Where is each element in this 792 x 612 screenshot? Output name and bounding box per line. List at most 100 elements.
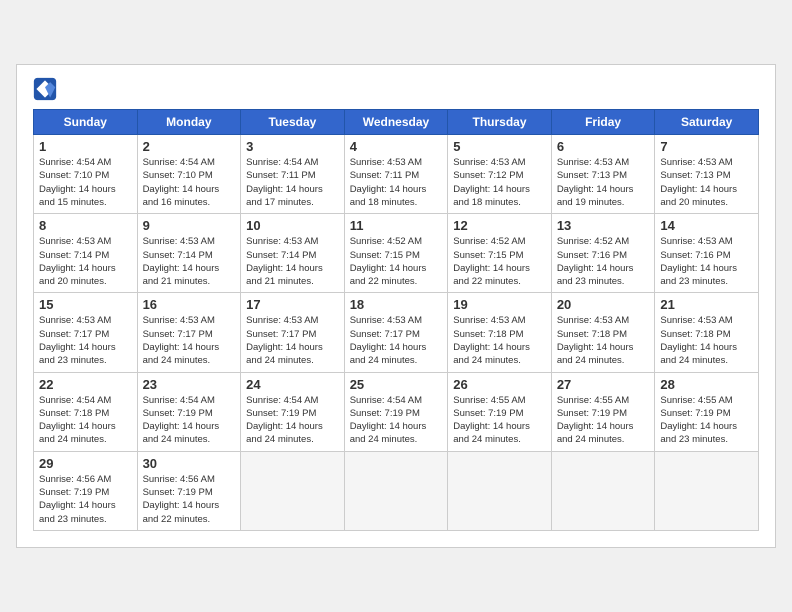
calendar-day-cell: 23 Sunrise: 4:54 AMSunset: 7:19 PMDaylig… — [137, 372, 241, 451]
day-number: 22 — [39, 377, 132, 392]
calendar-day-cell: 16 Sunrise: 4:53 AMSunset: 7:17 PMDaylig… — [137, 293, 241, 372]
day-number: 14 — [660, 218, 753, 233]
calendar-day-cell: 17 Sunrise: 4:53 AMSunset: 7:17 PMDaylig… — [241, 293, 345, 372]
calendar-container: SundayMondayTuesdayWednesdayThursdayFrid… — [16, 64, 776, 548]
calendar-day-cell: 25 Sunrise: 4:54 AMSunset: 7:19 PMDaylig… — [344, 372, 448, 451]
calendar-day-cell: 1 Sunrise: 4:54 AMSunset: 7:10 PMDayligh… — [34, 135, 138, 214]
day-info: Sunrise: 4:53 AMSunset: 7:14 PMDaylight:… — [143, 235, 236, 288]
calendar-day-cell: 29 Sunrise: 4:56 AMSunset: 7:19 PMDaylig… — [34, 451, 138, 530]
calendar-day-cell: 18 Sunrise: 4:53 AMSunset: 7:17 PMDaylig… — [344, 293, 448, 372]
day-info: Sunrise: 4:52 AMSunset: 7:15 PMDaylight:… — [350, 235, 443, 288]
day-info: Sunrise: 4:52 AMSunset: 7:15 PMDaylight:… — [453, 235, 546, 288]
calendar-day-cell: 11 Sunrise: 4:52 AMSunset: 7:15 PMDaylig… — [344, 214, 448, 293]
day-number: 23 — [143, 377, 236, 392]
calendar-day-cell: 21 Sunrise: 4:53 AMSunset: 7:18 PMDaylig… — [655, 293, 759, 372]
day-number: 18 — [350, 297, 443, 312]
day-info: Sunrise: 4:53 AMSunset: 7:17 PMDaylight:… — [39, 314, 132, 367]
day-of-week-header: Sunday — [34, 110, 138, 135]
day-number: 26 — [453, 377, 546, 392]
calendar-day-cell: 3 Sunrise: 4:54 AMSunset: 7:11 PMDayligh… — [241, 135, 345, 214]
calendar-day-cell: 7 Sunrise: 4:53 AMSunset: 7:13 PMDayligh… — [655, 135, 759, 214]
calendar-week-row: 22 Sunrise: 4:54 AMSunset: 7:18 PMDaylig… — [34, 372, 759, 451]
day-of-week-header: Friday — [551, 110, 655, 135]
day-number: 17 — [246, 297, 339, 312]
day-info: Sunrise: 4:53 AMSunset: 7:17 PMDaylight:… — [350, 314, 443, 367]
calendar-day-cell: 12 Sunrise: 4:52 AMSunset: 7:15 PMDaylig… — [448, 214, 552, 293]
day-info: Sunrise: 4:53 AMSunset: 7:16 PMDaylight:… — [660, 235, 753, 288]
day-of-week-header: Thursday — [448, 110, 552, 135]
calendar-day-cell: 14 Sunrise: 4:53 AMSunset: 7:16 PMDaylig… — [655, 214, 759, 293]
day-info: Sunrise: 4:54 AMSunset: 7:19 PMDaylight:… — [246, 394, 339, 447]
day-info: Sunrise: 4:54 AMSunset: 7:19 PMDaylight:… — [350, 394, 443, 447]
day-number: 7 — [660, 139, 753, 154]
calendar-day-cell — [241, 451, 345, 530]
calendar-day-cell: 2 Sunrise: 4:54 AMSunset: 7:10 PMDayligh… — [137, 135, 241, 214]
calendar-day-cell: 28 Sunrise: 4:55 AMSunset: 7:19 PMDaylig… — [655, 372, 759, 451]
day-number: 28 — [660, 377, 753, 392]
day-number: 20 — [557, 297, 650, 312]
day-number: 2 — [143, 139, 236, 154]
day-info: Sunrise: 4:55 AMSunset: 7:19 PMDaylight:… — [557, 394, 650, 447]
day-number: 5 — [453, 139, 546, 154]
day-info: Sunrise: 4:53 AMSunset: 7:14 PMDaylight:… — [39, 235, 132, 288]
day-info: Sunrise: 4:54 AMSunset: 7:10 PMDaylight:… — [39, 156, 132, 209]
calendar-header — [33, 77, 759, 101]
calendar-day-cell: 15 Sunrise: 4:53 AMSunset: 7:17 PMDaylig… — [34, 293, 138, 372]
calendar-week-row: 29 Sunrise: 4:56 AMSunset: 7:19 PMDaylig… — [34, 451, 759, 530]
calendar-day-cell: 6 Sunrise: 4:53 AMSunset: 7:13 PMDayligh… — [551, 135, 655, 214]
day-info: Sunrise: 4:53 AMSunset: 7:12 PMDaylight:… — [453, 156, 546, 209]
day-info: Sunrise: 4:53 AMSunset: 7:18 PMDaylight:… — [557, 314, 650, 367]
day-number: 24 — [246, 377, 339, 392]
day-info: Sunrise: 4:53 AMSunset: 7:13 PMDaylight:… — [557, 156, 650, 209]
calendar-day-cell: 30 Sunrise: 4:56 AMSunset: 7:19 PMDaylig… — [137, 451, 241, 530]
calendar-day-cell: 19 Sunrise: 4:53 AMSunset: 7:18 PMDaylig… — [448, 293, 552, 372]
logo-icon — [33, 77, 57, 101]
day-number: 11 — [350, 218, 443, 233]
calendar-day-cell: 26 Sunrise: 4:55 AMSunset: 7:19 PMDaylig… — [448, 372, 552, 451]
day-number: 10 — [246, 218, 339, 233]
day-number: 4 — [350, 139, 443, 154]
day-number: 30 — [143, 456, 236, 471]
day-number: 6 — [557, 139, 650, 154]
day-info: Sunrise: 4:53 AMSunset: 7:18 PMDaylight:… — [453, 314, 546, 367]
day-of-week-header: Tuesday — [241, 110, 345, 135]
calendar-day-cell — [344, 451, 448, 530]
day-info: Sunrise: 4:55 AMSunset: 7:19 PMDaylight:… — [660, 394, 753, 447]
day-number: 29 — [39, 456, 132, 471]
day-number: 13 — [557, 218, 650, 233]
calendar-day-cell: 8 Sunrise: 4:53 AMSunset: 7:14 PMDayligh… — [34, 214, 138, 293]
day-info: Sunrise: 4:54 AMSunset: 7:10 PMDaylight:… — [143, 156, 236, 209]
day-info: Sunrise: 4:54 AMSunset: 7:19 PMDaylight:… — [143, 394, 236, 447]
calendar-day-cell: 4 Sunrise: 4:53 AMSunset: 7:11 PMDayligh… — [344, 135, 448, 214]
day-of-week-header: Monday — [137, 110, 241, 135]
day-number: 3 — [246, 139, 339, 154]
calendar-week-row: 15 Sunrise: 4:53 AMSunset: 7:17 PMDaylig… — [34, 293, 759, 372]
calendar-day-cell: 13 Sunrise: 4:52 AMSunset: 7:16 PMDaylig… — [551, 214, 655, 293]
calendar-day-cell — [551, 451, 655, 530]
day-number: 16 — [143, 297, 236, 312]
day-info: Sunrise: 4:53 AMSunset: 7:13 PMDaylight:… — [660, 156, 753, 209]
day-info: Sunrise: 4:55 AMSunset: 7:19 PMDaylight:… — [453, 394, 546, 447]
calendar-day-cell: 10 Sunrise: 4:53 AMSunset: 7:14 PMDaylig… — [241, 214, 345, 293]
calendar-day-cell: 5 Sunrise: 4:53 AMSunset: 7:12 PMDayligh… — [448, 135, 552, 214]
day-number: 1 — [39, 139, 132, 154]
day-header-row: SundayMondayTuesdayWednesdayThursdayFrid… — [34, 110, 759, 135]
day-info: Sunrise: 4:54 AMSunset: 7:11 PMDaylight:… — [246, 156, 339, 209]
day-info: Sunrise: 4:53 AMSunset: 7:18 PMDaylight:… — [660, 314, 753, 367]
day-number: 19 — [453, 297, 546, 312]
day-info: Sunrise: 4:53 AMSunset: 7:11 PMDaylight:… — [350, 156, 443, 209]
day-of-week-header: Saturday — [655, 110, 759, 135]
calendar-day-cell: 20 Sunrise: 4:53 AMSunset: 7:18 PMDaylig… — [551, 293, 655, 372]
day-number: 25 — [350, 377, 443, 392]
calendar-day-cell — [448, 451, 552, 530]
calendar-day-cell: 27 Sunrise: 4:55 AMSunset: 7:19 PMDaylig… — [551, 372, 655, 451]
calendar-week-row: 1 Sunrise: 4:54 AMSunset: 7:10 PMDayligh… — [34, 135, 759, 214]
calendar-day-cell: 22 Sunrise: 4:54 AMSunset: 7:18 PMDaylig… — [34, 372, 138, 451]
day-number: 9 — [143, 218, 236, 233]
day-info: Sunrise: 4:53 AMSunset: 7:17 PMDaylight:… — [143, 314, 236, 367]
day-number: 8 — [39, 218, 132, 233]
day-number: 27 — [557, 377, 650, 392]
day-info: Sunrise: 4:56 AMSunset: 7:19 PMDaylight:… — [143, 473, 236, 526]
calendar-day-cell: 9 Sunrise: 4:53 AMSunset: 7:14 PMDayligh… — [137, 214, 241, 293]
day-number: 12 — [453, 218, 546, 233]
